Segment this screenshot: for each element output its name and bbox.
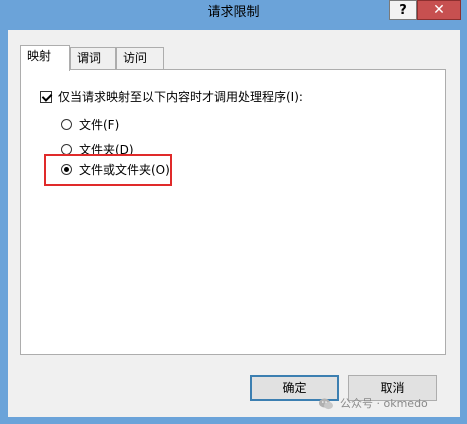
help-button[interactable]: ?	[389, 0, 417, 20]
radio-file-or-folder-label: 文件或文件夹(O)	[79, 163, 170, 177]
tab-panel-mapping: 仅当请求映射至以下内容时才调用处理程序(I): 文件(F) 文件夹(D) 文件或…	[20, 69, 446, 355]
invoke-only-if-mapped-label: 仅当请求映射至以下内容时才调用处理程序(I):	[58, 90, 303, 104]
invoke-only-if-mapped-row[interactable]: 仅当请求映射至以下内容时才调用处理程序(I):	[21, 88, 421, 106]
radio-row-file-or-folder[interactable]: 文件或文件夹(O)	[21, 161, 171, 179]
dialog-body: 映射 谓词 访问 仅当请求映射至以下内容时才调用处理程序(I): 文件(F) 文…	[8, 30, 460, 417]
dialog-window: 请求限制 ? ✕ 映射 谓词 访问 仅当请求映射至以下内容时才调用处理程序(I)…	[0, 0, 467, 424]
invoke-only-if-mapped-checkbox[interactable]	[40, 91, 52, 103]
radio-file-label: 文件(F)	[79, 118, 120, 132]
tab-mapping[interactable]: 映射	[20, 45, 70, 71]
tab-access[interactable]: 访问	[116, 47, 164, 69]
title-bar[interactable]: 请求限制 ? ✕	[0, 0, 467, 26]
watermark-text: 公众号 · okmedo	[340, 397, 428, 410]
radio-row-file[interactable]: 文件(F)	[21, 116, 161, 134]
radio-file[interactable]	[61, 119, 72, 130]
tab-verbs[interactable]: 谓词	[70, 47, 116, 69]
radio-file-or-folder[interactable]	[61, 164, 72, 175]
wechat-icon	[319, 398, 333, 410]
close-button[interactable]: ✕	[417, 0, 461, 20]
